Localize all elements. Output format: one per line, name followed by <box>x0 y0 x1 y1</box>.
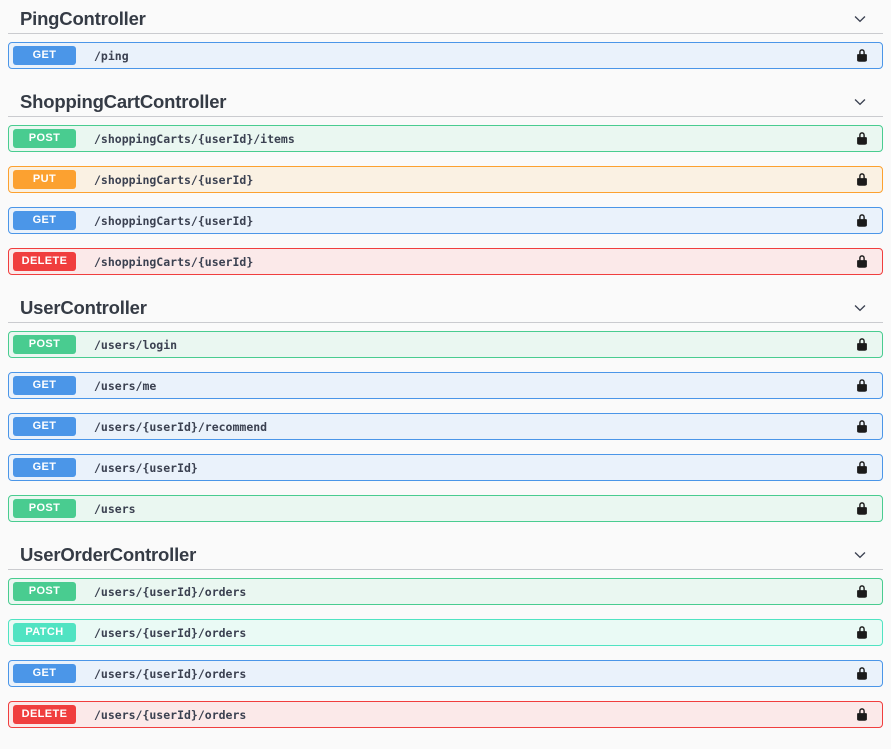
controller-section-header[interactable]: UserController <box>8 289 883 323</box>
method-badge: DELETE <box>13 252 76 271</box>
authorize-lock-button[interactable] <box>849 129 875 148</box>
method-badge: DELETE <box>13 705 76 724</box>
endpoint-row[interactable]: GET /users/{userId}/orders <box>8 660 883 687</box>
endpoint-path: /users/{userId}/orders <box>94 626 246 640</box>
lock-icon <box>855 460 869 475</box>
endpoint-row[interactable]: POST /users/login <box>8 331 883 358</box>
endpoint-row[interactable]: GET /ping <box>8 42 883 69</box>
authorize-lock-button[interactable] <box>849 376 875 395</box>
controller-section: UserOrderController POST /users/{userId}… <box>8 536 883 728</box>
endpoint-row[interactable]: PUT /shoppingCarts/{userId} <box>8 166 883 193</box>
lock-icon <box>855 254 869 269</box>
endpoint-row[interactable]: POST /users <box>8 495 883 522</box>
controller-title: UserController <box>20 297 147 319</box>
lock-icon <box>855 48 869 63</box>
lock-icon <box>855 172 869 187</box>
endpoint-list: GET /ping <box>8 34 883 69</box>
lock-icon <box>855 419 869 434</box>
authorize-lock-button[interactable] <box>849 623 875 642</box>
method-badge: GET <box>13 376 76 395</box>
endpoint-path: /ping <box>94 49 129 63</box>
endpoint-path: /shoppingCarts/{userId} <box>94 214 253 228</box>
method-badge: GET <box>13 211 76 230</box>
controller-section-header[interactable]: ShoppingCartController <box>8 83 883 117</box>
authorize-lock-button[interactable] <box>849 582 875 601</box>
method-badge: PATCH <box>13 623 76 642</box>
authorize-lock-button[interactable] <box>849 252 875 271</box>
authorize-lock-button[interactable] <box>849 170 875 189</box>
method-badge: POST <box>13 582 76 601</box>
expand-section-button[interactable] <box>849 299 871 317</box>
endpoint-row[interactable]: GET /users/me <box>8 372 883 399</box>
endpoint-row[interactable]: DELETE /users/{userId}/orders <box>8 701 883 728</box>
endpoint-list: POST /users/{userId}/orders PATCH /users… <box>8 570 883 728</box>
endpoint-path: /shoppingCarts/{userId} <box>94 173 253 187</box>
controller-title: ShoppingCartController <box>20 91 226 113</box>
swagger-endpoint-list: PingController GET /ping ShoppingCartCon… <box>8 0 883 728</box>
endpoint-row[interactable]: POST /users/{userId}/orders <box>8 578 883 605</box>
lock-icon <box>855 213 869 228</box>
endpoint-list: POST /shoppingCarts/{userId}/items PUT /… <box>8 117 883 275</box>
endpoint-row[interactable]: GET /users/{userId} <box>8 454 883 481</box>
method-badge: GET <box>13 46 76 65</box>
lock-icon <box>855 378 869 393</box>
endpoint-path: /users/{userId} <box>94 461 198 475</box>
method-badge: GET <box>13 458 76 477</box>
authorize-lock-button[interactable] <box>849 211 875 230</box>
endpoint-path: /users/me <box>94 379 156 393</box>
method-badge: POST <box>13 499 76 518</box>
expand-section-button[interactable] <box>849 93 871 111</box>
endpoint-path: /users/{userId}/orders <box>94 585 246 599</box>
authorize-lock-button[interactable] <box>849 705 875 724</box>
endpoint-path: /users/{userId}/orders <box>94 708 246 722</box>
expand-section-button[interactable] <box>849 10 871 28</box>
authorize-lock-button[interactable] <box>849 458 875 477</box>
controller-section: ShoppingCartController POST /shoppingCar… <box>8 83 883 275</box>
lock-icon <box>855 337 869 352</box>
authorize-lock-button[interactable] <box>849 499 875 518</box>
lock-icon <box>855 501 869 516</box>
controller-section: PingController GET /ping <box>8 0 883 69</box>
chevron-down-icon <box>851 546 869 564</box>
lock-icon <box>855 707 869 722</box>
chevron-down-icon <box>851 93 869 111</box>
lock-icon <box>855 625 869 640</box>
authorize-lock-button[interactable] <box>849 664 875 683</box>
endpoint-row[interactable]: POST /shoppingCarts/{userId}/items <box>8 125 883 152</box>
controller-section-header[interactable]: UserOrderController <box>8 536 883 570</box>
controller-title: PingController <box>20 8 146 30</box>
endpoint-path: /users/{userId}/orders <box>94 667 246 681</box>
method-badge: GET <box>13 664 76 683</box>
lock-icon <box>855 131 869 146</box>
endpoint-row[interactable]: GET /users/{userId}/recommend <box>8 413 883 440</box>
authorize-lock-button[interactable] <box>849 335 875 354</box>
method-badge: PUT <box>13 170 76 189</box>
controller-section-header[interactable]: PingController <box>8 0 883 34</box>
endpoint-row[interactable]: GET /shoppingCarts/{userId} <box>8 207 883 234</box>
lock-icon <box>855 666 869 681</box>
expand-section-button[interactable] <box>849 546 871 564</box>
method-badge: GET <box>13 417 76 436</box>
endpoint-path: /users/login <box>94 338 177 352</box>
controller-title: UserOrderController <box>20 544 196 566</box>
lock-icon <box>855 584 869 599</box>
endpoint-path: /shoppingCarts/{userId}/items <box>94 132 295 146</box>
endpoint-row[interactable]: DELETE /shoppingCarts/{userId} <box>8 248 883 275</box>
endpoint-path: /shoppingCarts/{userId} <box>94 255 253 269</box>
endpoint-path: /users <box>94 502 136 516</box>
chevron-down-icon <box>851 299 869 317</box>
endpoint-list: POST /users/login GET /users/me GET /use… <box>8 323 883 522</box>
method-badge: POST <box>13 335 76 354</box>
authorize-lock-button[interactable] <box>849 46 875 65</box>
endpoint-path: /users/{userId}/recommend <box>94 420 267 434</box>
method-badge: POST <box>13 129 76 148</box>
authorize-lock-button[interactable] <box>849 417 875 436</box>
controller-section: UserController POST /users/login GET /us… <box>8 289 883 522</box>
endpoint-row[interactable]: PATCH /users/{userId}/orders <box>8 619 883 646</box>
chevron-down-icon <box>851 10 869 28</box>
